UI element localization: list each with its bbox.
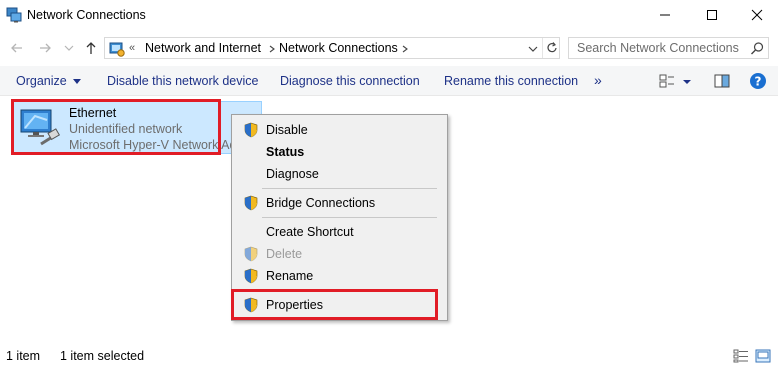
breadcrumb-network-connections[interactable]: Network Connections	[279, 41, 398, 55]
menu-item-label: Rename	[266, 269, 314, 283]
status-bar: 1 item 1 item selected	[0, 345, 778, 367]
recent-locations-button[interactable]	[60, 39, 78, 57]
search-box[interactable]: Search Network Connections	[568, 37, 769, 59]
uac-shield-icon	[243, 268, 259, 284]
organize-menu-button[interactable]: Organize	[16, 74, 82, 88]
back-arrow-icon	[11, 43, 22, 53]
refresh-icon	[547, 42, 557, 53]
network-connections-app-icon	[6, 7, 22, 23]
menu-item-rename[interactable]: Rename	[234, 265, 445, 287]
menu-item-create-shortcut[interactable]: Create Shortcut	[234, 221, 445, 243]
view-options-icon	[659, 74, 674, 88]
more-commands-button[interactable]: »	[594, 72, 602, 88]
maximize-icon	[707, 10, 717, 20]
menu-item-label: Delete	[266, 247, 303, 261]
diagnose-connection-button[interactable]: Diagnose this connection	[280, 74, 420, 88]
up-button[interactable]	[82, 39, 100, 57]
preview-pane-icon	[714, 74, 730, 88]
dropdown-triangle-icon	[73, 78, 82, 84]
uac-shield-icon	[243, 246, 259, 262]
search-placeholder[interactable]: Search Network Connections	[577, 41, 739, 55]
uac-shield-icon	[243, 195, 259, 211]
chevron-down-icon	[528, 46, 538, 52]
window-title: Network Connections	[27, 8, 146, 22]
address-divider	[542, 38, 543, 58]
large-icons-view-button[interactable]	[755, 349, 771, 363]
minimize-button[interactable]	[642, 0, 688, 30]
menu-separator	[262, 188, 437, 189]
breadcrumb-overflow[interactable]: «	[129, 42, 135, 54]
close-button[interactable]	[734, 0, 778, 30]
menu-item-label: Create Shortcut	[266, 225, 354, 239]
breadcrumb-chevron-icon[interactable]	[401, 45, 409, 53]
menu-item-label: Status	[266, 145, 305, 159]
menu-item-label: Disable	[266, 123, 308, 137]
breadcrumb-network-and-internet[interactable]: Network and Internet	[145, 41, 261, 55]
menu-item-bridge-connections[interactable]: Bridge Connections	[234, 192, 445, 214]
help-button[interactable]: ?	[749, 72, 767, 90]
close-icon	[751, 9, 763, 21]
change-view-button[interactable]	[658, 72, 676, 90]
search-icon[interactable]	[750, 41, 765, 56]
command-bar: Organize Disable this network device Dia…	[0, 66, 778, 96]
large-icons-view-icon	[755, 349, 771, 363]
menu-item-label: Diagnose	[266, 167, 319, 181]
help-icon: ?	[750, 73, 766, 89]
menu-item-diagnose[interactable]: Diagnose	[234, 163, 445, 185]
selection-count: 1 item selected	[60, 349, 145, 363]
menu-item-label: Bridge Connections	[266, 196, 376, 210]
menu-item-disable[interactable]: Disable	[234, 119, 445, 141]
view-dropdown-button[interactable]	[682, 72, 694, 90]
up-arrow-icon	[86, 42, 96, 54]
details-view-button[interactable]	[733, 349, 749, 363]
title-bar: Network Connections	[0, 0, 778, 32]
back-button[interactable]	[8, 39, 26, 57]
ethernet-highlight-box	[11, 99, 221, 155]
address-history-dropdown[interactable]	[526, 42, 540, 56]
menu-item-delete: Delete	[234, 243, 445, 265]
address-bar[interactable]: « Network and Internet Network Connectio…	[104, 37, 560, 59]
minimize-icon	[660, 14, 670, 16]
svg-text:?: ?	[755, 75, 762, 89]
item-count: 1 item	[6, 349, 41, 363]
properties-highlight-box	[231, 289, 438, 320]
details-view-icon	[733, 349, 748, 363]
rename-connection-button[interactable]: Rename this connection	[444, 74, 578, 88]
breadcrumb-chevron-icon[interactable]	[268, 45, 276, 53]
disable-device-button[interactable]: Disable this network device	[107, 74, 258, 88]
chevron-down-icon	[64, 45, 74, 51]
menu-separator	[262, 217, 437, 218]
dropdown-triangle-icon	[683, 80, 691, 84]
forward-button[interactable]	[36, 39, 54, 57]
organize-label: Organize	[16, 74, 67, 88]
menu-item-status[interactable]: Status	[234, 141, 445, 163]
uac-shield-icon	[243, 122, 259, 138]
preview-pane-button[interactable]	[713, 72, 731, 90]
refresh-button[interactable]	[544, 40, 560, 56]
control-panel-icon	[109, 41, 125, 57]
maximize-button[interactable]	[689, 0, 735, 30]
forward-arrow-icon	[40, 43, 51, 53]
